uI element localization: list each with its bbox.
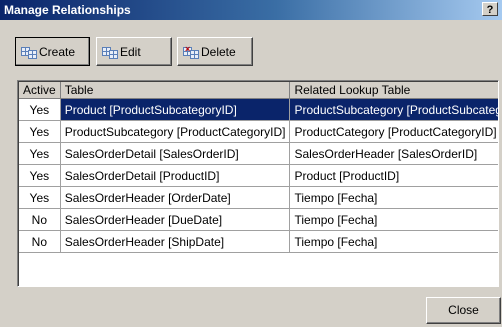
related-table-cell: SalesOrderHeader [SalesOrderID] (289, 142, 498, 165)
related-table-cell: Product [ProductID] (289, 164, 498, 187)
delete-button[interactable]: × Delete (177, 37, 253, 66)
title-bar: Manage Relationships ? (0, 0, 502, 20)
edit-button[interactable]: Edit (96, 37, 172, 66)
related-table-cell: ProductCategory [ProductCategoryID] (289, 120, 498, 143)
header-row: Active Table Related Lookup Table (19, 82, 498, 99)
active-cell: Yes (19, 98, 61, 121)
table-cell: SalesOrderDetail [ProductID] (60, 164, 291, 187)
create-button-label: Create (39, 44, 76, 59)
related-table-cell: Tiempo [Fecha] (289, 186, 498, 209)
active-cell: No (19, 230, 61, 253)
table-row[interactable]: Yes ProductSubcategory [ProductCategoryI… (19, 120, 498, 143)
help-button[interactable]: ? (482, 2, 498, 16)
table-row[interactable]: Yes SalesOrderDetail [SalesOrderID] Sale… (19, 142, 498, 165)
table-row[interactable]: No SalesOrderHeader [ShipDate] Tiempo [F… (19, 230, 498, 253)
edit-button-label: Edit (120, 44, 141, 59)
column-header-active[interactable]: Active (19, 82, 61, 99)
delete-relationship-icon: × (183, 44, 199, 59)
active-cell: Yes (19, 142, 61, 165)
window-title: Manage Relationships (4, 3, 131, 17)
table-cell: SalesOrderHeader [ShipDate] (60, 230, 291, 253)
related-table-cell: Tiempo [Fecha] (289, 230, 498, 253)
column-header-related[interactable]: Related Lookup Table (289, 82, 498, 99)
relationships-table: Active Table Related Lookup Table Yes Pr… (19, 82, 498, 253)
table-row[interactable]: No SalesOrderHeader [DueDate] Tiempo [Fe… (19, 208, 498, 231)
close-button[interactable]: Close (426, 297, 501, 324)
active-cell: No (19, 208, 61, 231)
create-button[interactable]: Create (15, 37, 90, 66)
table-cell: ProductSubcategory [ProductCategoryID] (60, 120, 291, 143)
edit-relationship-icon (102, 45, 118, 59)
relationships-grid[interactable]: Active Table Related Lookup Table Yes Pr… (17, 80, 499, 287)
column-header-table[interactable]: Table (60, 82, 291, 99)
table-cell: Product [ProductSubcategoryID] (60, 98, 291, 121)
active-cell: Yes (19, 186, 61, 209)
table-row[interactable]: Yes SalesOrderHeader [OrderDate] Tiempo … (19, 186, 498, 209)
active-cell: Yes (19, 164, 61, 187)
table-cell: SalesOrderHeader [DueDate] (60, 208, 291, 231)
related-table-cell: Tiempo [Fecha] (289, 208, 498, 231)
table-row[interactable]: Yes SalesOrderDetail [ProductID] Product… (19, 164, 498, 187)
active-cell: Yes (19, 120, 61, 143)
table-cell: SalesOrderDetail [SalesOrderID] (60, 142, 291, 165)
create-relationship-icon (21, 45, 37, 59)
table-row[interactable]: Yes Product [ProductSubcategoryID] Produ… (19, 98, 498, 121)
related-table-cell: ProductSubcategory [ProductSubcategory..… (289, 98, 498, 121)
table-cell: SalesOrderHeader [OrderDate] (60, 186, 291, 209)
delete-button-label: Delete (201, 44, 236, 59)
